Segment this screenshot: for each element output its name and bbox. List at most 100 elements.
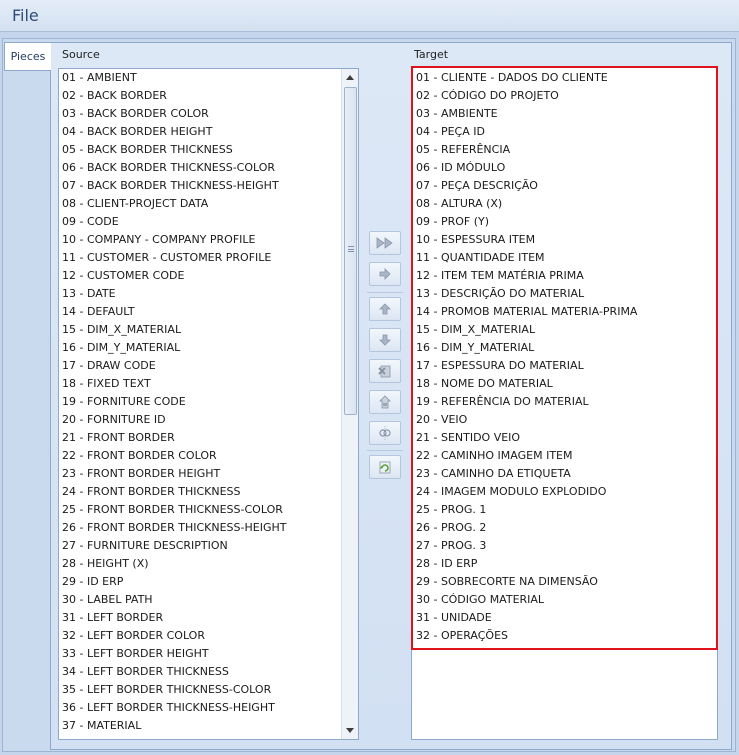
tab-pieces[interactable]: Pieces: [4, 42, 51, 71]
refresh-button[interactable]: [369, 455, 401, 479]
target-list-item[interactable]: 20 - VEIO: [412, 411, 717, 429]
source-list-item[interactable]: 19 - FORNITURE CODE: [59, 393, 341, 411]
target-list-item[interactable]: 28 - ID ERP: [412, 555, 717, 573]
source-list-item[interactable]: 31 - LEFT BORDER: [59, 609, 341, 627]
scrollbar-thumb[interactable]: [344, 87, 357, 415]
source-list-item[interactable]: 03 - BACK BORDER COLOR: [59, 105, 341, 123]
target-list-item[interactable]: 29 - SOBRECORTE NA DIMENSÃO: [412, 573, 717, 591]
add-all-button[interactable]: [369, 231, 401, 255]
source-list-item[interactable]: 08 - CLIENT-PROJECT DATA: [59, 195, 341, 213]
target-list-item[interactable]: 32 - OPERAÇÕES: [412, 627, 717, 645]
target-list-item[interactable]: 04 - PEÇA ID: [412, 123, 717, 141]
target-list-item[interactable]: 25 - PROG. 1: [412, 501, 717, 519]
toolbar-separator: [367, 450, 403, 451]
target-list-item[interactable]: 27 - PROG. 3: [412, 537, 717, 555]
target-list-item[interactable]: 09 - PROF (Y): [412, 213, 717, 231]
target-list-item[interactable]: 26 - PROG. 2: [412, 519, 717, 537]
move-down-button[interactable]: [369, 328, 401, 352]
source-list[interactable]: 01 - AMBIENT 02 - BACK BORDER 03 - BACK BO…: [58, 68, 359, 740]
delete-icon: [377, 363, 393, 379]
target-list-item[interactable]: 03 - AMBIENTE: [412, 105, 717, 123]
source-list-item[interactable]: 28 - HEIGHT (X): [59, 555, 341, 573]
target-items: 01 - CLIENTE - DADOS DO CLIENTE 02 - CÓDI…: [412, 69, 717, 645]
source-list-item[interactable]: 25 - FRONT BORDER THICKNESS-COLOR: [59, 501, 341, 519]
source-list-item[interactable]: 07 - BACK BORDER THICKNESS-HEIGHT: [59, 177, 341, 195]
target-list-item[interactable]: 05 - REFERÊNCIA: [412, 141, 717, 159]
source-list-item[interactable]: 14 - DEFAULT: [59, 303, 341, 321]
target-list-item[interactable]: 02 - CÓDIGO DO PROJETO: [412, 87, 717, 105]
target-list-item[interactable]: 16 - DIM_Y_MATERIAL: [412, 339, 717, 357]
source-list-item[interactable]: 04 - BACK BORDER HEIGHT: [59, 123, 341, 141]
source-list-item[interactable]: 13 - DATE: [59, 285, 341, 303]
add-button[interactable]: [369, 262, 401, 286]
edit-icon: [377, 394, 393, 410]
target-list-item[interactable]: 14 - PROMOB MATERIAL MATERIA-PRIMA: [412, 303, 717, 321]
target-list-item[interactable]: 24 - IMAGEM MODULO EXPLODIDO: [412, 483, 717, 501]
target-list-item[interactable]: 06 - ID MÓDULO: [412, 159, 717, 177]
source-list-item[interactable]: 02 - BACK BORDER: [59, 87, 341, 105]
source-scrollbar[interactable]: [341, 69, 358, 739]
source-list-item[interactable]: 12 - CUSTOMER CODE: [59, 267, 341, 285]
source-list-item[interactable]: 37 - MATERIAL: [59, 717, 341, 735]
link-button[interactable]: [369, 421, 401, 445]
target-list-item[interactable]: 01 - CLIENTE - DADOS DO CLIENTE: [412, 69, 717, 87]
scroll-down-arrow-icon[interactable]: [342, 722, 358, 739]
target-list-item[interactable]: 07 - PEÇA DESCRIÇÃO: [412, 177, 717, 195]
move-up-icon: [379, 303, 391, 315]
source-list-item[interactable]: 34 - LEFT BORDER THICKNESS: [59, 663, 341, 681]
source-list-item[interactable]: 11 - CUSTOMER - CUSTOMER PROFILE: [59, 249, 341, 267]
target-list-item[interactable]: 31 - UNIDADE: [412, 609, 717, 627]
target-list-item[interactable]: 10 - ESPESSURA ITEM: [412, 231, 717, 249]
source-list-item[interactable]: 26 - FRONT BORDER THICKNESS-HEIGHT: [59, 519, 341, 537]
source-list-item[interactable]: 20 - FORNITURE ID: [59, 411, 341, 429]
source-list-item[interactable]: 01 - AMBIENT: [59, 69, 341, 87]
source-list-item[interactable]: 06 - BACK BORDER THICKNESS-COLOR: [59, 159, 341, 177]
source-list-item[interactable]: 30 - LABEL PATH: [59, 591, 341, 609]
source-list-item[interactable]: 10 - COMPANY - COMPANY PROFILE: [59, 231, 341, 249]
target-list-item[interactable]: 22 - CAMINHO IMAGEM ITEM: [412, 447, 717, 465]
menu-bar: File: [0, 0, 739, 32]
source-list-item[interactable]: 27 - FURNITURE DESCRIPTION: [59, 537, 341, 555]
link-icon: [377, 425, 393, 441]
source-label: Source: [62, 48, 100, 61]
source-list-item[interactable]: 32 - LEFT BORDER COLOR: [59, 627, 341, 645]
source-list-item[interactable]: 21 - FRONT BORDER: [59, 429, 341, 447]
source-list-item[interactable]: 05 - BACK BORDER THICKNESS: [59, 141, 341, 159]
target-list-item[interactable]: 30 - CÓDIGO MATERIAL: [412, 591, 717, 609]
target-list-item[interactable]: 15 - DIM_X_MATERIAL: [412, 321, 717, 339]
grip-icon: [348, 246, 354, 252]
target-list-item[interactable]: 13 - DESCRIÇÃO DO MATERIAL: [412, 285, 717, 303]
target-list-item[interactable]: 11 - QUANTIDADE ITEM: [412, 249, 717, 267]
delete-button[interactable]: [369, 359, 401, 383]
source-items: 01 - AMBIENT 02 - BACK BORDER 03 - BACK BO…: [59, 69, 341, 735]
scroll-up-arrow-icon[interactable]: [342, 69, 358, 86]
source-list-item[interactable]: 33 - LEFT BORDER HEIGHT: [59, 645, 341, 663]
source-list-item[interactable]: 23 - FRONT BORDER HEIGHT: [59, 465, 341, 483]
source-list-item[interactable]: 17 - DRAW CODE: [59, 357, 341, 375]
source-list-item[interactable]: 35 - LEFT BORDER THICKNESS-COLOR: [59, 681, 341, 699]
menu-file[interactable]: File: [12, 6, 39, 25]
target-list-item[interactable]: 19 - REFERÊNCIA DO MATERIAL: [412, 393, 717, 411]
source-list-item[interactable]: 29 - ID ERP: [59, 573, 341, 591]
source-list-item[interactable]: 24 - FRONT BORDER THICKNESS: [59, 483, 341, 501]
target-list-item[interactable]: 12 - ITEM TEM MATÉRIA PRIMA: [412, 267, 717, 285]
refresh-icon: [377, 459, 393, 475]
source-list-item[interactable]: 16 - DIM_Y_MATERIAL: [59, 339, 341, 357]
target-list-item[interactable]: 23 - CAMINHO DA ETIQUETA: [412, 465, 717, 483]
add-icon: [379, 268, 391, 280]
source-list-item[interactable]: 18 - FIXED TEXT: [59, 375, 341, 393]
source-list-item[interactable]: 09 - CODE: [59, 213, 341, 231]
source-list-item[interactable]: 22 - FRONT BORDER COLOR: [59, 447, 341, 465]
source-list-item[interactable]: 36 - LEFT BORDER THICKNESS-HEIGHT: [59, 699, 341, 717]
toolbar-separator: [367, 292, 403, 293]
move-up-button[interactable]: [369, 297, 401, 321]
target-list-item[interactable]: 17 - ESPESSURA DO MATERIAL: [412, 357, 717, 375]
source-list-item[interactable]: 15 - DIM_X_MATERIAL: [59, 321, 341, 339]
edit-button[interactable]: [369, 390, 401, 414]
target-label: Target: [414, 48, 449, 61]
target-list[interactable]: 01 - CLIENTE - DADOS DO CLIENTE 02 - CÓDI…: [411, 66, 718, 740]
target-list-item[interactable]: 21 - SENTIDO VEIO: [412, 429, 717, 447]
target-list-item[interactable]: 18 - NOME DO MATERIAL: [412, 375, 717, 393]
target-list-item[interactable]: 08 - ALTURA (X): [412, 195, 717, 213]
add-all-icon: [376, 237, 394, 249]
